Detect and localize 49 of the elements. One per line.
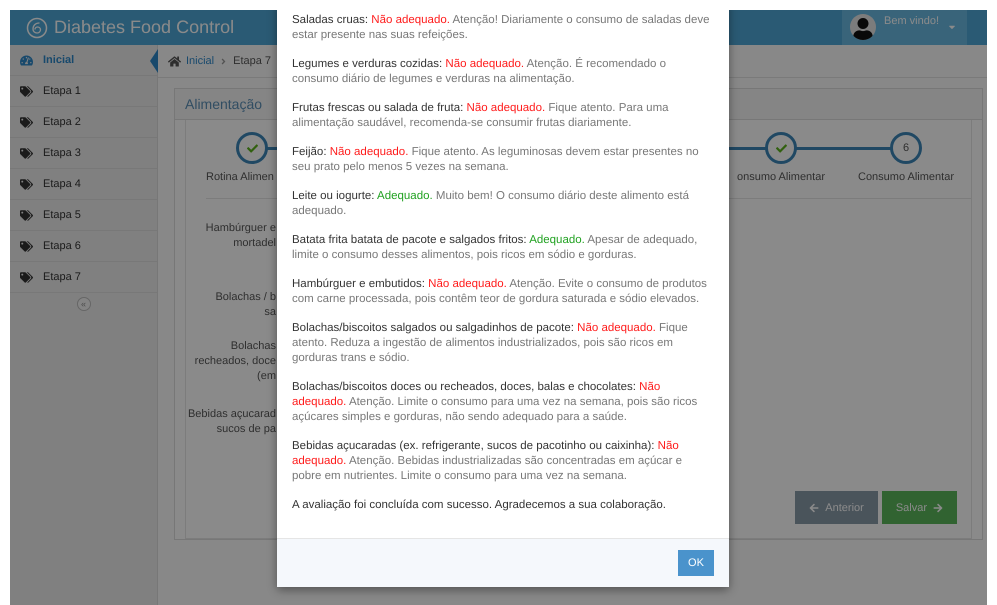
result-text: Batata frita batata de pacote e salgados fritos: Adequado. Apesar de adequado, limite o consumo desses alimentos, pois ricos em sódio e gorduras. [292,233,698,263]
question-label: Hambúrguer e mortadel [204,221,276,251]
previous-button[interactable]: Anterior [795,491,878,524]
result-text: Bebidas açucaradas (ex. refrigerante, sucos de pacotinho ou caixinha): Não adequado. Atenção. Bebidas industrializadas são concentradas em açúcar e pobre em nutrientes. Limite o consumo para uma vez na semana. [292,439,683,484]
breadcrumb-current: Etapa 7 [233,55,272,67]
question-label: Bebidas açucarad sucos de pa [186,407,276,437]
result-text: Hambúrguer e embutidos: Não adequado. Atenção. Evite o consumo de produtos com carne processada, pois contêm teor de gordura saturada e sódio elevados. [292,277,708,307]
step-label: Consumo Alimentar [858,171,954,183]
user-greeting: Bem vindo! [884,15,940,27]
active-indicator [150,49,158,73]
tags-icon [20,116,33,128]
collapse-button[interactable]: « [76,297,90,311]
tags-icon [20,178,33,190]
sidebar-item[interactable]: Etapa 1 [10,76,157,107]
sidebar-item[interactable]: Etapa 4 [10,169,157,200]
breadcrumb-link[interactable]: Inicial [186,55,214,67]
logo-icon [26,16,48,38]
tags-icon [20,240,33,252]
avatar-icon [850,14,876,40]
dashboard-icon [20,54,33,66]
step-label: Rotina Alimen [206,171,274,183]
sidebar-item[interactable]: Inicial [10,45,157,76]
result-text: Saladas cruas: Não adequado. Atenção! Diariamente o consumo de saladas deve estar presente nas suas refeições. [292,13,710,43]
check-icon [776,142,786,154]
tags-icon [20,270,33,284]
arrow-right-icon [933,502,943,512]
check-icon [246,142,258,154]
sidebar-item[interactable]: Etapa 2 [10,107,157,138]
step-circle: 6 [890,132,922,164]
tags-icon [20,208,33,222]
home-icon [168,54,181,68]
closing-message: A avaliação foi concluída com sucesso. Agradecemos a sua colaboração. [292,498,667,513]
tags-icon [20,84,33,98]
sidebar-item[interactable]: Etapa 7 [10,262,157,293]
result-text: Leite ou iogurte: Adequado. Muito bem! O consumo diário deste alimento está adequado. [292,189,690,219]
tags-icon [20,146,33,160]
step-label: onsumo Alimentar [736,171,826,183]
arrow-left-icon [809,502,820,512]
sidebar-item[interactable]: Etapa 3 [10,138,157,169]
sidebar-item[interactable]: Etapa 6 [10,231,157,262]
question-label: Bolachas recheados, doce (em [194,339,276,384]
result-text: Bolachas/biscoitos salgados ou salgadinhos de pacote: Não adequado. Fique atento. Reduza a ingestão de alimentos industrializados, pois são ricos em gorduras trans e sódio. [292,321,689,366]
sidebar-item[interactable]: Etapa 5 [10,200,157,231]
app-title: Diabetes Food Control [54,17,234,38]
question-label: Bolachas / b sa [214,290,276,320]
ok-button[interactable]: OK [678,550,714,576]
result-text: Bolachas/biscoitos doces ou recheados, doces, balas e chocolates: Não adequado. Atenção. Limite o consumo para uma vez na semana, pois são ricos açúcares simples e gorduras, não sendo adequado para a saúde. [292,380,698,425]
result-text: Legumes e verduras cozidas: Não adequado. Atenção. É recomendado o consumo diário de legumes e verduras na alimentação. [292,57,668,87]
result-text: Feijão: Não adequado. Fique atento. As leguminosas devem estar presentes no seu prato pelo menos 5 vezes na semana. [292,145,700,175]
